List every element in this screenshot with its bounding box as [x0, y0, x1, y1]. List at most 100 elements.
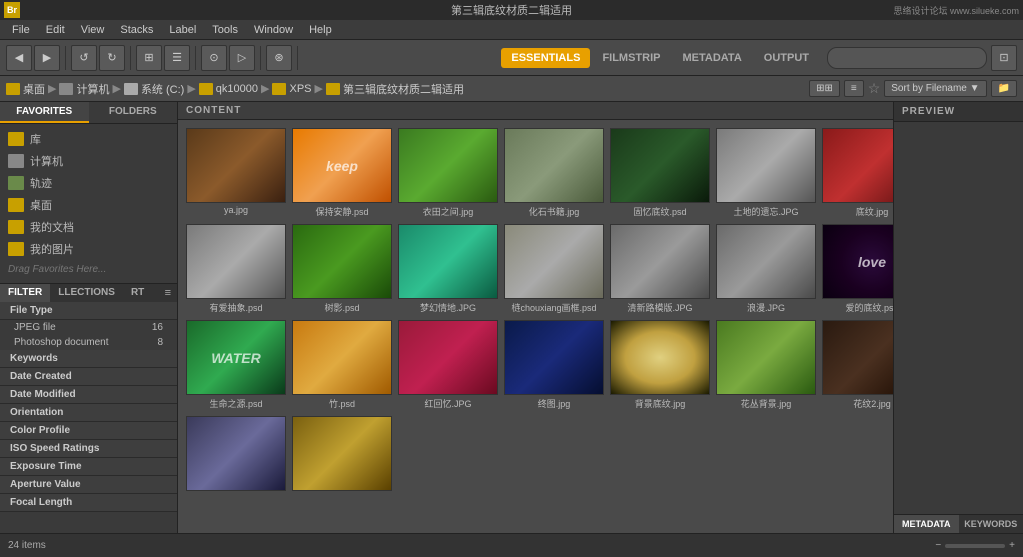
tab-favorites[interactable]: FAVORITES	[0, 102, 89, 123]
thumb-item[interactable]: 土地的遗忘.JPG	[716, 128, 816, 218]
menu-stacks[interactable]: Stacks	[112, 24, 161, 36]
fav-item-mypics[interactable]: 我的图片	[0, 238, 177, 260]
zoom-out-icon[interactable]: −	[935, 540, 941, 551]
forward-button[interactable]: ▶	[34, 45, 60, 71]
watermark: 思络设计论坛 www.silueke.com	[893, 4, 1019, 17]
filter-iso[interactable]: ISO Speed Ratings	[0, 440, 177, 458]
view-button[interactable]: ⊞	[136, 45, 162, 71]
view-button2[interactable]: ☰	[164, 45, 190, 71]
star-icon[interactable]: ☆	[868, 80, 881, 97]
thumb-label: 花丛背景.jpg	[741, 397, 792, 410]
grid-view-button[interactable]: ⊞⊞	[809, 80, 840, 97]
filter-tab-collections[interactable]: LLECTIONS	[50, 284, 123, 302]
toolbar-separator	[65, 46, 66, 70]
thumb-item[interactable]: 底纹.jpg	[822, 128, 893, 218]
zoom-in-icon[interactable]: +	[1009, 540, 1015, 551]
thumb-item[interactable]: 衣田之间.jpg	[398, 128, 498, 218]
thumb-item[interactable]: 花纹2.jpg	[822, 320, 893, 410]
thumb-item[interactable]: 梦幻情地.JPG	[398, 224, 498, 314]
thumb-label: 梿chouxiang画框.psd	[511, 301, 596, 314]
tab-folders[interactable]: FOLDERS	[89, 102, 178, 123]
meta-tab-keywords[interactable]: KEYWORDS	[959, 515, 1023, 533]
filter-menu-button[interactable]: ≡	[159, 284, 177, 302]
search-icon: ⊡	[999, 51, 1008, 64]
tab-essentials[interactable]: ESSENTIALS	[501, 48, 590, 68]
size-slider[interactable]	[945, 544, 1005, 548]
fav-item-desktop[interactable]: 桌面	[0, 194, 177, 216]
tab-output[interactable]: OUTPUT	[754, 48, 819, 68]
rotate-right-button[interactable]: ↻	[99, 45, 125, 71]
path-label-desktop: 桌面	[23, 81, 45, 97]
filter-exposure[interactable]: Exposure Time	[0, 458, 177, 476]
path-desktop[interactable]: 桌面	[6, 81, 45, 97]
fav-item-track[interactable]: 轨迹	[0, 172, 177, 194]
thumb-item[interactable]: 清新路模版.JPG	[610, 224, 710, 314]
open-recent-button[interactable]: ⊙	[201, 45, 227, 71]
thumb-item[interactable]: 浪漫.JPG	[716, 224, 816, 314]
folder-icon5	[272, 83, 286, 95]
sort-button[interactable]: Sort by Filename ▼	[884, 80, 986, 97]
menu-window[interactable]: Window	[246, 24, 301, 36]
filter-aperture[interactable]: Aperture Value	[0, 476, 177, 494]
filter-tab-filter[interactable]: FILTER	[0, 284, 50, 302]
thumb-item[interactable]: 固忆底纹.psd	[610, 128, 710, 218]
meta-tab-metadata[interactable]: METADATA	[894, 515, 959, 533]
filter-tab-rt[interactable]: RT	[123, 284, 152, 302]
thumb-item[interactable]: 红回忆.JPG	[398, 320, 498, 410]
sort-label: Sort by Filename	[891, 83, 967, 94]
search-button[interactable]: ⊡	[991, 45, 1017, 71]
refine-button[interactable]: ⊛	[266, 45, 292, 71]
back-button[interactable]: ◀	[6, 45, 32, 71]
thumb-label: 固忆底纹.psd	[633, 205, 686, 218]
menu-label[interactable]: Label	[161, 24, 204, 36]
path-computer[interactable]: 计算机	[59, 81, 109, 97]
tab-metadata[interactable]: METADATA	[673, 48, 752, 68]
filter-keywords[interactable]: Keywords	[0, 350, 177, 368]
thumb-item[interactable]	[186, 416, 286, 493]
search-input[interactable]	[827, 47, 987, 69]
path-xps[interactable]: XPS	[272, 83, 311, 95]
thumb-item[interactable]: 有爱抽象.psd	[186, 224, 286, 314]
thumb-item[interactable]: 化石书籍.jpg	[504, 128, 604, 218]
thumb-label: 竹.psd	[329, 397, 355, 410]
path-label-system: 系统 (C:)	[141, 81, 184, 97]
thumb-item[interactable]: 竹.psd	[292, 320, 392, 410]
menu-help[interactable]: Help	[301, 24, 340, 36]
tab-filmstrip[interactable]: FILMSTRIP	[592, 48, 670, 68]
folder-icon2	[59, 83, 73, 95]
fav-item-computer[interactable]: 计算机	[0, 150, 177, 172]
thumb-item[interactable]: 梿chouxiang画框.psd	[504, 224, 604, 314]
thumb-item[interactable]: 背景底纹.jpg	[610, 320, 710, 410]
path-main-folder[interactable]: 第三辑底纹材质二辑适用	[326, 81, 464, 97]
thumb-item[interactable]: love爱的底纹.psd	[822, 224, 893, 314]
filter-orientation[interactable]: Orientation	[0, 404, 177, 422]
thumb-item[interactable]	[292, 416, 392, 493]
slideshow-button[interactable]: ▷	[229, 45, 255, 71]
thumb-item[interactable]: 花丛背景.jpg	[716, 320, 816, 410]
menu-file[interactable]: File	[4, 24, 38, 36]
filter-focal[interactable]: Focal Length	[0, 494, 177, 512]
favorites-list: 库 计算机 轨迹 桌面 我的文档 我的图片 Drag Favor	[0, 124, 177, 283]
menu-edit[interactable]: Edit	[38, 24, 73, 36]
thumb-item[interactable]: 树影.psd	[292, 224, 392, 314]
rotate-left-button[interactable]: ↺	[71, 45, 97, 71]
thumb-item[interactable]: ya.jpg	[186, 128, 286, 218]
filter-date-created[interactable]: Date Created	[0, 368, 177, 386]
folder-button[interactable]: 📁	[991, 80, 1017, 97]
list-view-button[interactable]: ≡	[844, 80, 864, 97]
thumb-item[interactable]: keep保持安静.psd	[292, 128, 392, 218]
thumb-item[interactable]: 终图.jpg	[504, 320, 604, 410]
path-system[interactable]: 系统 (C:)	[124, 81, 184, 97]
fav-item-mydocs[interactable]: 我的文档	[0, 216, 177, 238]
nav-tabs: ESSENTIALS FILMSTRIP METADATA OUTPUT	[501, 48, 819, 68]
menu-view[interactable]: View	[73, 24, 113, 36]
menu-tools[interactable]: Tools	[204, 24, 246, 36]
thumb-item[interactable]: WATER生命之源.psd	[186, 320, 286, 410]
filter-file-type[interactable]: File Type	[0, 302, 177, 320]
filter-color-profile[interactable]: Color Profile	[0, 422, 177, 440]
folder-icon3	[124, 83, 138, 95]
filter-date-modified[interactable]: Date Modified	[0, 386, 177, 404]
folder-icon	[6, 83, 20, 95]
path-qk[interactable]: qk10000	[199, 83, 258, 95]
fav-item-library[interactable]: 库	[0, 128, 177, 150]
